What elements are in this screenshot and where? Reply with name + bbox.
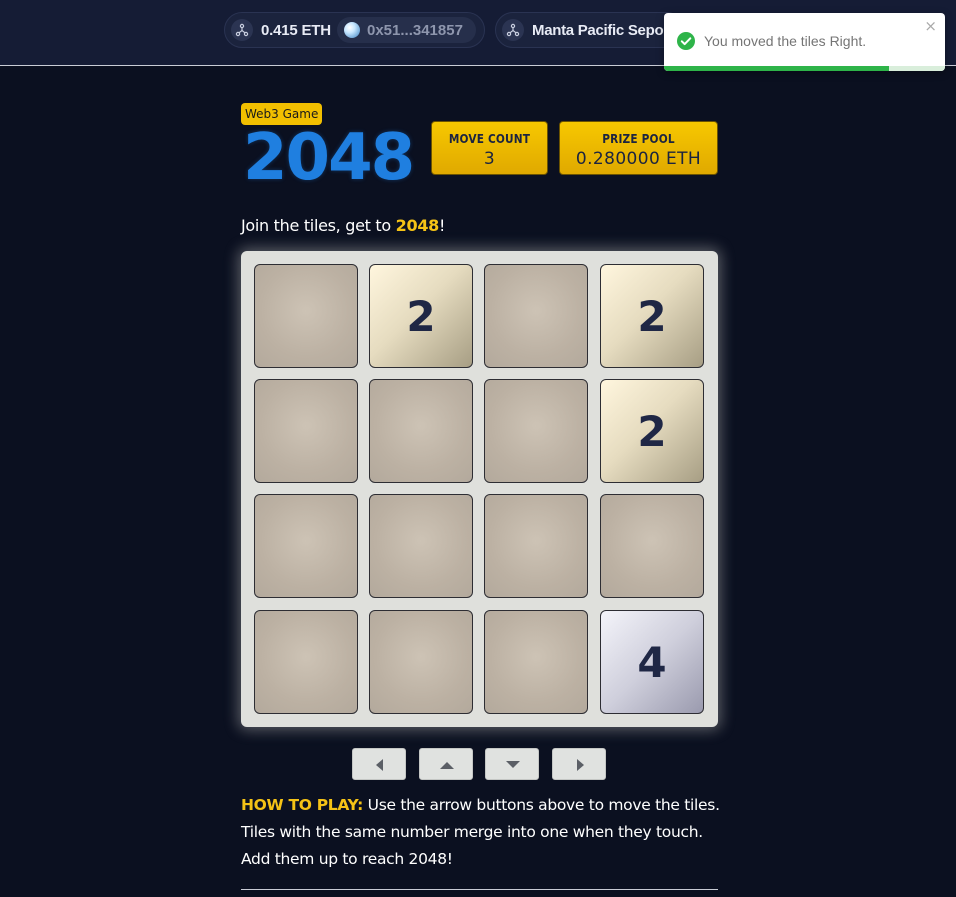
- network-icon: [231, 19, 253, 41]
- board-tile: [484, 610, 588, 714]
- how-to-play-label: HOW TO PLAY:: [241, 796, 364, 814]
- tagline-suffix: !: [439, 216, 446, 235]
- toast-progress-track: [664, 66, 945, 71]
- board-tile: [369, 610, 473, 714]
- board-tile: [254, 379, 358, 483]
- board-tile: 4: [600, 610, 704, 714]
- move-count-label: MOVE COUNT: [448, 132, 531, 146]
- network-name: Manta Pacific Sepolia: [532, 22, 680, 39]
- prize-pool-label: PRIZE POOL: [602, 132, 675, 146]
- board-tile: [254, 494, 358, 598]
- tagline-highlight: 2048: [395, 216, 440, 235]
- divider: [241, 889, 718, 890]
- board-tile: [484, 264, 588, 368]
- game-board: 2 2 2 4: [241, 251, 718, 727]
- board-tile: [484, 379, 588, 483]
- network-selector[interactable]: Manta Pacific Sepolia: [495, 12, 685, 48]
- arrow-down-icon: [506, 761, 520, 768]
- toast-message: You moved the tiles Right.: [704, 33, 867, 49]
- how-to-play-line: HOW TO PLAY: Use the arrow buttons above…: [241, 792, 741, 819]
- board-tile: 2: [369, 264, 473, 368]
- arrow-up-icon: [440, 762, 454, 769]
- board-tile: 2: [600, 379, 704, 483]
- account-address: 0x51...341857: [367, 22, 463, 39]
- move-right-button[interactable]: [552, 748, 606, 780]
- prize-pool-value: 0.280000 ETH: [575, 149, 702, 169]
- board-tile: 2: [600, 264, 704, 368]
- board-tile: [369, 379, 473, 483]
- how-to-play: HOW TO PLAY: Use the arrow buttons above…: [241, 792, 741, 873]
- toast-progress-bar: [664, 66, 889, 71]
- account-avatar: [344, 22, 360, 38]
- move-count-box: MOVE COUNT 3: [431, 121, 548, 175]
- network-icon: [502, 19, 524, 41]
- board-tile: [369, 494, 473, 598]
- arrow-left-icon: [376, 759, 383, 771]
- board-tile: [254, 264, 358, 368]
- move-left-button[interactable]: [352, 748, 406, 780]
- tagline: Join the tiles, get to 2048!: [241, 216, 445, 235]
- wallet-balance: 0.415 ETH: [261, 22, 331, 39]
- toast-notification: You moved the tiles Right. ×: [664, 13, 945, 71]
- check-circle-icon: [677, 32, 695, 54]
- move-count-value: 3: [483, 149, 496, 169]
- move-up-button[interactable]: [419, 748, 473, 780]
- game-title: 2048: [243, 121, 415, 195]
- board-tile: [484, 494, 588, 598]
- wallet-balance-pill[interactable]: 0.415 ETH 0x51...341857: [224, 12, 485, 48]
- account-address-button[interactable]: 0x51...341857: [337, 17, 476, 43]
- prize-pool-box: PRIZE POOL 0.280000 ETH: [559, 121, 718, 175]
- how-to-play-line: Add them up to reach 2048!: [241, 850, 453, 868]
- how-to-play-line: Tiles with the same number merge into on…: [241, 823, 703, 841]
- arrow-right-icon: [577, 759, 584, 771]
- board-tile: [600, 494, 704, 598]
- tagline-prefix: Join the tiles, get to: [241, 216, 396, 235]
- board-tile: [254, 610, 358, 714]
- close-icon[interactable]: ×: [924, 18, 937, 34]
- move-down-button[interactable]: [485, 748, 539, 780]
- how-to-play-text: Use the arrow buttons above to move the …: [363, 796, 720, 814]
